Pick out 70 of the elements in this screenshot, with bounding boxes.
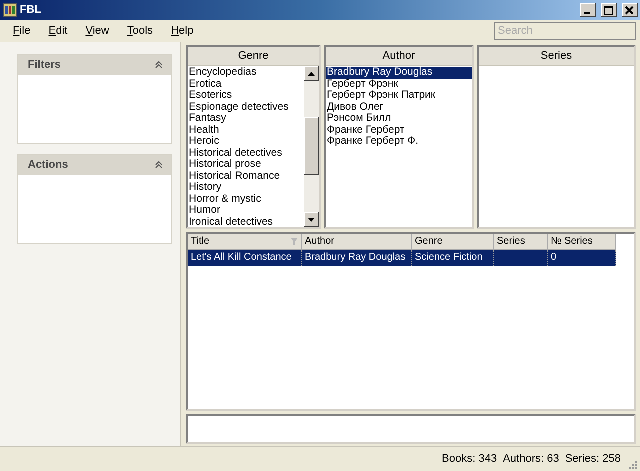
list-item[interactable]: Bradbury Ray Douglas <box>326 67 472 78</box>
column-header[interactable]: Title <box>188 234 302 250</box>
minimize-button[interactable] <box>580 3 596 17</box>
list-item[interactable]: Historical detectives <box>188 148 304 159</box>
column-header[interactable]: Author <box>302 234 412 250</box>
list-item[interactable]: Historical prose <box>188 159 304 170</box>
up-arrow-icon <box>308 72 315 76</box>
list-header[interactable]: Author <box>326 47 472 66</box>
menu-item[interactable]: Tools <box>118 25 162 37</box>
column-label: Genre <box>415 234 443 248</box>
list-item[interactable]: Erotica <box>188 78 304 90</box>
maximize-icon <box>604 6 614 14</box>
scroll-up-button[interactable] <box>304 66 319 81</box>
panel-header[interactable]: Filters <box>18 55 171 75</box>
resize-grip-icon[interactable] <box>627 459 637 469</box>
maximize-button[interactable] <box>601 3 617 17</box>
close-icon <box>625 6 635 14</box>
list-item[interactable]: Espionage detectives <box>188 102 304 113</box>
menu-item[interactable]: Edit <box>40 25 77 37</box>
panel-header[interactable]: Actions <box>18 155 171 175</box>
window-title: FBL <box>20 4 42 16</box>
close-button[interactable] <box>622 3 638 17</box>
table-cell: Bradbury Ray Douglas <box>302 250 412 266</box>
search-field[interactable]: Search <box>494 22 636 40</box>
column-label: Series <box>497 234 526 248</box>
status-text: Authors: 63 <box>503 453 560 465</box>
list-item[interactable]: Heroic <box>188 136 304 148</box>
table-cell: Let's All Kill Constance <box>188 250 302 266</box>
list-item[interactable]: Historical Romance <box>188 170 304 182</box>
list-item[interactable]: Ironical detectives <box>188 216 304 228</box>
menu-item[interactable]: View <box>76 25 118 37</box>
list-item[interactable]: Encyclopedias <box>188 67 304 78</box>
scrollbar[interactable] <box>304 66 319 227</box>
list-item[interactable]: Esoterics <box>188 90 304 102</box>
column-header[interactable]: № Series <box>548 234 616 250</box>
list-item[interactable]: Франке Герберт <box>326 124 472 136</box>
status-text: Series: 258 <box>565 453 621 465</box>
scroll-thumb[interactable] <box>304 117 319 175</box>
scroll-down-button[interactable] <box>304 212 319 227</box>
list-item[interactable]: Fantasy <box>188 113 304 124</box>
menu-item[interactable]: Help <box>162 25 203 37</box>
status-text: Books: 343 <box>442 453 498 465</box>
table-cell: 0 <box>548 250 616 266</box>
list-header[interactable]: Series <box>479 47 634 66</box>
column-label: № Series <box>551 234 593 248</box>
list-header[interactable]: Genre <box>188 47 319 66</box>
menu-item[interactable]: File <box>4 25 40 37</box>
panel-title: Filters <box>28 59 62 71</box>
table-row[interactable]: Let's All Kill Constance Bradbury Ray Douglas Science Fiction 0 <box>188 250 616 266</box>
list-item[interactable]: Герберт Фрэнк <box>326 78 472 90</box>
list-item[interactable]: History <box>188 182 304 194</box>
list-item[interactable]: Франке Герберт Ф. <box>326 136 472 148</box>
column-label: Title <box>191 234 210 248</box>
description-field[interactable] <box>186 414 636 444</box>
list-item[interactable]: Герберт Фрэнк Патрик <box>326 90 472 102</box>
down-arrow-icon <box>308 218 315 222</box>
collapse-icon[interactable] <box>155 161 163 169</box>
list-item[interactable]: Дивов Олег <box>326 102 472 113</box>
table-cell: Science Fiction <box>412 250 494 266</box>
collapse-icon[interactable] <box>155 61 163 69</box>
app-icon <box>3 3 17 17</box>
column-header[interactable]: Series <box>494 234 548 250</box>
list-item[interactable]: Horror & mystic <box>188 194 304 205</box>
panel-title: Actions <box>28 159 68 171</box>
column-label: Author <box>305 234 334 248</box>
list-item[interactable]: Health <box>188 124 304 136</box>
column-header[interactable]: Genre <box>412 234 494 250</box>
minimize-icon <box>584 12 590 14</box>
list-item[interactable]: Рэнсом Билл <box>326 113 472 124</box>
list-item[interactable]: Humor <box>188 205 304 216</box>
